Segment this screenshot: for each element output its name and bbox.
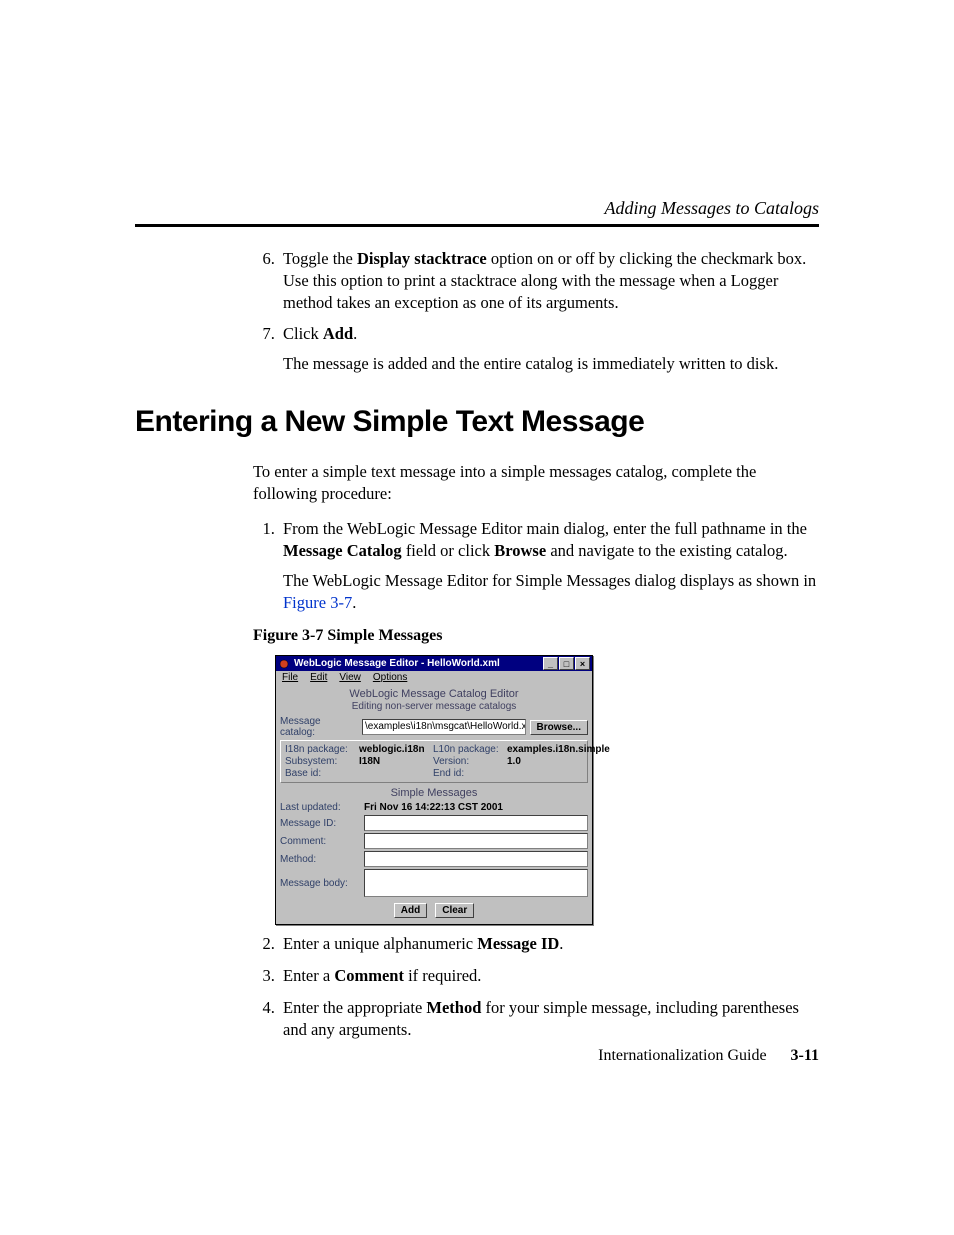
menu-view[interactable]: View — [339, 672, 361, 683]
body-input[interactable] — [364, 869, 588, 897]
steps-simple: From the WebLogic Message Editor main di… — [253, 518, 819, 613]
step-7-post: . — [353, 324, 357, 343]
header-rule — [135, 224, 819, 227]
step-b3: Enter a Comment if required. — [279, 965, 819, 987]
comment-label: Comment: — [280, 836, 358, 847]
info-box: I18n package: weblogic.i18n L10n package… — [280, 740, 588, 783]
i18n-val: weblogic.i18n — [359, 744, 429, 755]
body-label: Message body: — [280, 878, 358, 889]
end-key: End id: — [433, 768, 503, 779]
step-b3-t2: if required. — [404, 966, 481, 985]
step-6: Toggle the Display stacktrace option on … — [279, 248, 819, 313]
catalog-row: Message catalog: \examples\i18n\msgcat\H… — [280, 716, 588, 738]
step-b1-b1: Message Catalog — [283, 541, 402, 560]
step-b2-b1: Message ID — [477, 934, 559, 953]
footer-guide: Internationalization Guide — [598, 1047, 766, 1065]
step-b4: Enter the appropriate Method for your si… — [279, 997, 819, 1041]
step-b1-t3: and navigate to the existing catalog. — [546, 541, 787, 560]
button-row: Add Clear — [280, 903, 588, 918]
step-b1-t2: field or click — [402, 541, 495, 560]
msgid-input[interactable] — [364, 815, 588, 831]
row-body: Message body: — [280, 869, 588, 897]
close-button[interactable]: × — [575, 657, 590, 670]
catalog-label: Message catalog: — [280, 716, 358, 738]
base-val — [359, 768, 429, 779]
section-title: Simple Messages — [280, 787, 588, 799]
step-b1-b2: Browse — [494, 541, 546, 560]
figure-caption: Figure 3-7 Simple Messages — [253, 627, 819, 645]
step-b1-t1: From the WebLogic Message Editor main di… — [283, 519, 807, 538]
l10n-key: L10n package: — [433, 744, 503, 755]
step-6-pre: Toggle the — [283, 249, 357, 268]
base-key: Base id: — [285, 768, 355, 779]
step-b1-p2: The WebLogic Message Editor for Simple M… — [283, 570, 819, 614]
steps-continued: Toggle the Display stacktrace option on … — [253, 248, 819, 375]
footer: Internationalization Guide 3-11 — [135, 1047, 819, 1065]
menu-file[interactable]: File — [282, 672, 298, 683]
step-7-pre: Click — [283, 324, 323, 343]
step-b1-p2a: The WebLogic Message Editor for Simple M… — [283, 571, 816, 590]
menubar: File Edit View Options — [276, 671, 592, 684]
method-label: Method: — [280, 854, 358, 865]
intro-paragraph: To enter a simple text message into a si… — [253, 461, 819, 505]
step-7-para2: The message is added and the entire cata… — [283, 353, 819, 375]
row-updated: Last updated: Fri Nov 16 14:22:13 CST 20… — [280, 802, 588, 813]
add-button[interactable]: Add — [394, 903, 427, 918]
comment-input[interactable] — [364, 833, 588, 849]
maximize-button[interactable]: □ — [559, 657, 574, 670]
running-header: Adding Messages to Catalogs — [605, 198, 820, 219]
updated-label: Last updated: — [280, 802, 358, 813]
browse-button[interactable]: Browse... — [530, 720, 588, 735]
end-val — [507, 768, 610, 779]
step-b2-t1: Enter a unique alphanumeric — [283, 934, 477, 953]
app-icon — [278, 658, 290, 670]
panel-title: WebLogic Message Catalog Editor — [280, 688, 588, 700]
minimize-button[interactable]: _ — [543, 657, 558, 670]
step-b1-p2b: . — [352, 593, 356, 612]
updated-value: Fri Nov 16 14:22:13 CST 2001 — [364, 802, 503, 813]
row-msgid: Message ID: — [280, 815, 588, 831]
step-b3-t1: Enter a — [283, 966, 334, 985]
app-window: WebLogic Message Editor - HelloWorld.xml… — [275, 655, 593, 925]
window-title: WebLogic Message Editor - HelloWorld.xml — [294, 658, 500, 669]
menu-edit[interactable]: Edit — [310, 672, 327, 683]
page: Adding Messages to Catalogs Toggle the D… — [0, 0, 954, 1235]
msgid-label: Message ID: — [280, 818, 358, 829]
ver-val: 1.0 — [507, 756, 610, 767]
panel-subtitle: Editing non-server message catalogs — [280, 701, 588, 712]
l10n-val: examples.i18n.simple — [507, 744, 610, 755]
i18n-key: I18n package: — [285, 744, 355, 755]
content: Toggle the Display stacktrace option on … — [135, 248, 819, 1050]
row-comment: Comment: — [280, 833, 588, 849]
titlebar: WebLogic Message Editor - HelloWorld.xml… — [276, 656, 592, 671]
step-b3-b1: Comment — [334, 966, 404, 985]
step-b1: From the WebLogic Message Editor main di… — [279, 518, 819, 613]
footer-page: 3-11 — [791, 1047, 819, 1065]
menu-options[interactable]: Options — [373, 672, 407, 683]
steps-after-figure: Enter a unique alphanumeric Message ID. … — [253, 933, 819, 1040]
sub-key: Subsystem: — [285, 756, 355, 767]
ver-key: Version: — [433, 756, 503, 767]
sub-val: I18N — [359, 756, 429, 767]
heading-entering-simple: Entering a New Simple Text Message — [135, 405, 819, 439]
method-input[interactable] — [364, 851, 588, 867]
xref-figure-3-7[interactable]: Figure 3-7 — [283, 593, 352, 612]
clear-button[interactable]: Clear — [435, 903, 474, 918]
step-7-bold: Add — [323, 324, 353, 343]
catalog-input[interactable]: \examples\i18n\msgcat\HelloWorld.xml — [362, 719, 526, 735]
panel: WebLogic Message Catalog Editor Editing … — [276, 684, 592, 924]
row-method: Method: — [280, 851, 588, 867]
step-b4-b1: Method — [426, 998, 481, 1017]
step-6-bold: Display stacktrace — [357, 249, 487, 268]
step-7: Click Add. The message is added and the … — [279, 323, 819, 375]
step-b2-t2: . — [559, 934, 563, 953]
step-b2: Enter a unique alphanumeric Message ID. — [279, 933, 819, 955]
step-b4-t1: Enter the appropriate — [283, 998, 426, 1017]
